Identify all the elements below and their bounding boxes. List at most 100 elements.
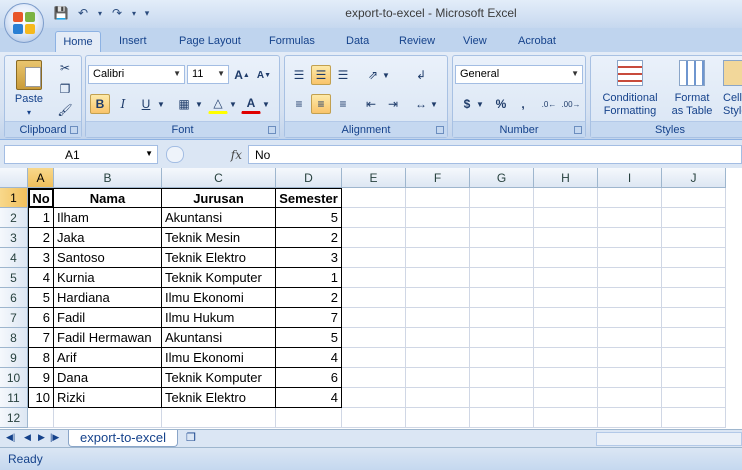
cell[interactable]: [406, 308, 470, 328]
cell[interactable]: [342, 228, 406, 248]
underline-button[interactable]: U: [136, 94, 156, 114]
table-cell[interactable]: 5: [276, 208, 342, 228]
tab-insert[interactable]: Insert: [115, 31, 151, 52]
cell[interactable]: [342, 388, 406, 408]
column-header-f[interactable]: F: [406, 168, 470, 188]
table-cell[interactable]: Ilmu Ekonomi: [162, 288, 276, 308]
column-header-e[interactable]: E: [342, 168, 406, 188]
cell[interactable]: [470, 268, 534, 288]
cell[interactable]: [662, 408, 726, 428]
table-cell[interactable]: 2: [28, 228, 54, 248]
row-header-3[interactable]: 3: [0, 228, 28, 248]
table-cell[interactable]: 6: [276, 368, 342, 388]
table-cell[interactable]: Rizki: [54, 388, 162, 408]
cell[interactable]: [406, 268, 470, 288]
align-right-icon[interactable]: ≡: [333, 94, 353, 114]
format-as-table-button[interactable]: Format as Table: [667, 60, 717, 118]
align-left-icon[interactable]: ≡: [289, 94, 309, 114]
tab-review[interactable]: Review: [395, 31, 439, 52]
table-cell[interactable]: Dana: [54, 368, 162, 388]
row-header-11[interactable]: 11: [0, 388, 28, 408]
table-cell[interactable]: 1: [276, 268, 342, 288]
cell[interactable]: [534, 388, 598, 408]
table-cell[interactable]: 8: [28, 348, 54, 368]
table-cell[interactable]: 5: [276, 328, 342, 348]
cell[interactable]: [470, 328, 534, 348]
cell[interactable]: [534, 288, 598, 308]
cell[interactable]: [534, 228, 598, 248]
table-cell[interactable]: 7: [276, 308, 342, 328]
cell[interactable]: [662, 208, 726, 228]
cut-icon[interactable]: ✂: [55, 58, 75, 78]
row-header-9[interactable]: 9: [0, 348, 28, 368]
header-cell[interactable]: Jurusan: [162, 188, 276, 208]
column-header-g[interactable]: G: [470, 168, 534, 188]
row-header-4[interactable]: 4: [0, 248, 28, 268]
cell[interactable]: [534, 328, 598, 348]
fill-color-dropdown-icon[interactable]: ▼: [228, 94, 238, 114]
cell[interactable]: [342, 188, 406, 208]
table-cell[interactable]: Santoso: [54, 248, 162, 268]
cell[interactable]: [406, 328, 470, 348]
formula-input[interactable]: No: [248, 145, 742, 164]
table-cell[interactable]: Teknik Elektro: [162, 388, 276, 408]
header-cell[interactable]: Semester: [276, 188, 342, 208]
cell[interactable]: [598, 368, 662, 388]
column-header-b[interactable]: B: [54, 168, 162, 188]
font-color-icon[interactable]: A: [241, 94, 261, 114]
table-cell[interactable]: 3: [28, 248, 54, 268]
header-cell[interactable]: Nama: [54, 188, 162, 208]
table-cell[interactable]: 2: [276, 228, 342, 248]
merge-dropdown-icon[interactable]: ▼: [429, 94, 439, 114]
tab-formulas[interactable]: Formulas: [265, 31, 319, 52]
cell[interactable]: [662, 248, 726, 268]
insert-sheet-icon[interactable]: ❐: [186, 431, 196, 444]
orientation-icon[interactable]: ⇗: [363, 65, 383, 85]
borders-icon[interactable]: ▦: [174, 94, 194, 114]
cell[interactable]: [406, 248, 470, 268]
cell[interactable]: [470, 208, 534, 228]
cell[interactable]: [598, 248, 662, 268]
table-cell[interactable]: Ilham: [54, 208, 162, 228]
cell[interactable]: [470, 228, 534, 248]
last-sheet-icon[interactable]: |▶: [50, 432, 59, 443]
cell[interactable]: [276, 408, 342, 428]
decrease-decimal-icon[interactable]: .00→: [561, 94, 581, 114]
cell[interactable]: [662, 288, 726, 308]
table-cell[interactable]: Akuntansi: [162, 208, 276, 228]
merge-center-icon[interactable]: ↔: [411, 94, 431, 114]
cell[interactable]: [534, 188, 598, 208]
first-sheet-icon[interactable]: ◀|: [6, 432, 15, 443]
cell[interactable]: [54, 408, 162, 428]
increase-decimal-icon[interactable]: .0←: [539, 94, 559, 114]
tab-home[interactable]: Home: [55, 31, 101, 52]
tab-view[interactable]: View: [459, 31, 491, 52]
cell[interactable]: [406, 408, 470, 428]
cell[interactable]: [470, 288, 534, 308]
cell[interactable]: [470, 188, 534, 208]
table-cell[interactable]: Teknik Komputer: [162, 268, 276, 288]
table-cell[interactable]: 4: [28, 268, 54, 288]
table-cell[interactable]: Kurnia: [54, 268, 162, 288]
font-name-combo[interactable]: Calibri ▼: [88, 65, 185, 84]
clipboard-launcher-icon[interactable]: [70, 126, 78, 134]
cell[interactable]: [598, 408, 662, 428]
cell[interactable]: [534, 408, 598, 428]
fill-color-icon[interactable]: △: [208, 94, 228, 114]
borders-dropdown-icon[interactable]: ▼: [194, 94, 204, 114]
cell[interactable]: [662, 228, 726, 248]
table-cell[interactable]: Ilmu Ekonomi: [162, 348, 276, 368]
table-cell[interactable]: Teknik Komputer: [162, 368, 276, 388]
table-cell[interactable]: Akuntansi: [162, 328, 276, 348]
row-header-8[interactable]: 8: [0, 328, 28, 348]
cell[interactable]: [534, 308, 598, 328]
table-cell[interactable]: Teknik Mesin: [162, 228, 276, 248]
next-sheet-icon[interactable]: ▶: [38, 432, 45, 443]
format-painter-icon[interactable]: 🖌: [55, 100, 75, 120]
table-cell[interactable]: 4: [276, 388, 342, 408]
paste-button[interactable]: Paste ▾: [11, 60, 47, 119]
cell[interactable]: [534, 368, 598, 388]
select-all-corner[interactable]: [0, 168, 28, 188]
cell[interactable]: [534, 268, 598, 288]
row-header-6[interactable]: 6: [0, 288, 28, 308]
